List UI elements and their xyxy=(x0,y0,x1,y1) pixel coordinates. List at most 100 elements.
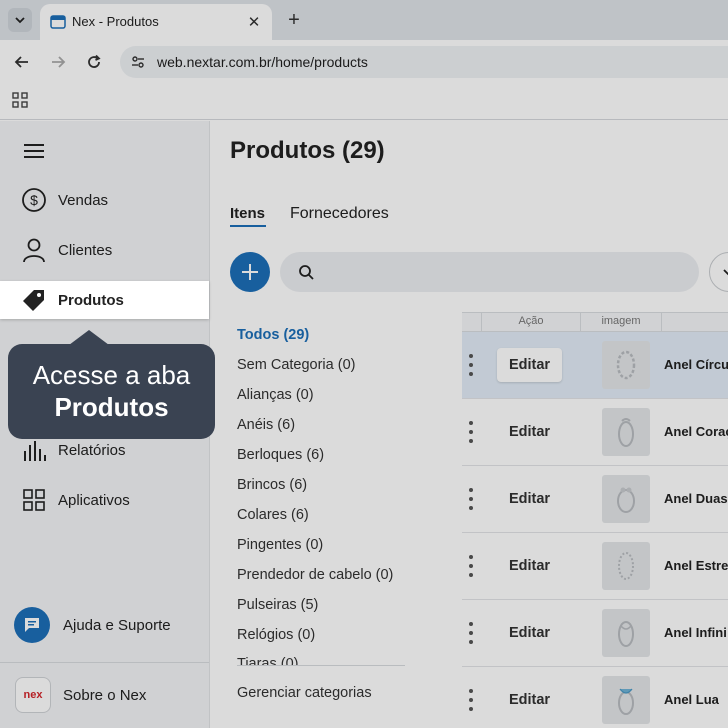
product-thumbnail xyxy=(602,609,650,657)
category-item[interactable]: Anéis (6) xyxy=(237,417,295,433)
more-options-icon[interactable] xyxy=(465,486,477,512)
callout-pointer xyxy=(69,330,109,345)
edit-button[interactable]: Editar xyxy=(497,683,562,717)
table-header: Ação imagem xyxy=(462,312,728,332)
category-item[interactable]: Colares (6) xyxy=(237,507,309,523)
more-options-icon[interactable] xyxy=(465,553,477,579)
nex-favicon-icon xyxy=(50,15,66,29)
close-tab-icon[interactable]: ✕ xyxy=(244,12,264,32)
tab-title: Nex - Produtos xyxy=(72,14,159,29)
edit-button[interactable]: Editar xyxy=(497,616,562,650)
edit-button[interactable]: Editar xyxy=(497,348,562,382)
product-name: Anel Círcu xyxy=(664,357,728,372)
bar-chart-icon xyxy=(20,437,48,463)
apps-grid-icon[interactable] xyxy=(12,92,28,108)
column-header-acao: Ação xyxy=(518,315,544,327)
forward-button[interactable] xyxy=(46,50,70,74)
arrow-left-icon xyxy=(14,56,28,68)
reload-button[interactable] xyxy=(82,50,106,74)
main-content: Produtos (29) Itens Fornecedores Todos (… xyxy=(210,121,728,728)
add-product-button[interactable] xyxy=(230,252,270,292)
plus-icon xyxy=(242,264,258,280)
url-text: web.nextar.com.br/home/products xyxy=(157,54,368,70)
tab-search-button[interactable] xyxy=(8,8,32,32)
nex-logo: nex xyxy=(15,677,51,713)
category-item[interactable]: Pingentes (0) xyxy=(237,537,323,553)
more-options-icon[interactable] xyxy=(465,352,477,378)
sidebar-item-label: Produtos xyxy=(58,292,124,309)
sidebar-item-vendas[interactable]: $ Vendas xyxy=(0,180,209,220)
more-options-icon[interactable] xyxy=(465,687,477,713)
category-item[interactable]: Brincos (6) xyxy=(237,477,307,493)
product-name: Anel Duas xyxy=(664,491,728,506)
product-thumbnail xyxy=(602,676,650,724)
tab-itens[interactable]: Itens xyxy=(230,205,265,222)
category-item[interactable]: Pulseiras (5) xyxy=(237,597,318,613)
product-thumbnail xyxy=(602,542,650,590)
category-item[interactable]: Todos (29) xyxy=(237,327,309,343)
apps-grid-icon xyxy=(20,487,48,513)
url-bar[interactable]: web.nextar.com.br/home/products xyxy=(120,46,728,78)
product-thumbnail xyxy=(602,408,650,456)
sidebar-item-aplicativos[interactable]: Aplicativos xyxy=(0,480,209,520)
filter-dropdown-button[interactable] xyxy=(709,252,728,292)
site-settings-icon[interactable] xyxy=(128,52,148,72)
product-name: Anel Estre xyxy=(664,558,728,573)
table-row[interactable]: Editar Anel Lua xyxy=(462,667,728,728)
sidebar-item-label: Relatórios xyxy=(58,442,126,459)
table-row[interactable]: Editar Anel Coraç xyxy=(462,399,728,466)
sidebar-item-label: Clientes xyxy=(58,242,113,259)
product-name: Anel Infini xyxy=(664,625,727,640)
help-support-link[interactable]: Ajuda e Suporte xyxy=(63,617,171,634)
tab-fornecedores[interactable]: Fornecedores xyxy=(290,205,389,223)
category-item[interactable]: Alianças (0) xyxy=(237,387,314,403)
more-options-icon[interactable] xyxy=(465,419,477,445)
hamburger-menu-icon[interactable] xyxy=(22,141,46,161)
category-item[interactable]: Sem Categoria (0) xyxy=(237,357,355,373)
callout-highlight-text: Produtos xyxy=(54,392,169,422)
back-button[interactable] xyxy=(10,50,34,74)
divider xyxy=(237,665,405,666)
search-input[interactable] xyxy=(280,252,699,292)
edit-button[interactable]: Editar xyxy=(497,482,562,516)
tag-icon xyxy=(20,287,48,313)
new-tab-button[interactable]: + xyxy=(282,8,306,32)
chevron-down-icon xyxy=(723,269,728,276)
tutorial-callout: Acesse a aba Produtos xyxy=(8,344,215,439)
bookmarks-bar xyxy=(0,84,728,120)
column-header-imagem: imagem xyxy=(601,315,641,327)
browser-tab-strip: Nex - Produtos ✕ + xyxy=(0,0,728,40)
sidebar-item-produtos[interactable]: Produtos xyxy=(0,281,209,319)
category-item[interactable]: Relógios (0) xyxy=(237,627,315,643)
page-title: Produtos (29) xyxy=(230,137,385,164)
chevron-down-icon xyxy=(15,17,25,24)
divider xyxy=(0,662,209,663)
product-name: Anel Coraç xyxy=(664,424,728,439)
product-name: Anel Lua xyxy=(664,692,719,707)
product-thumbnail xyxy=(602,341,650,389)
sidebar-item-clientes[interactable]: Clientes xyxy=(0,230,209,270)
table-row[interactable]: Editar Anel Duas xyxy=(462,466,728,533)
table-row[interactable]: Editar Anel Estre xyxy=(462,533,728,600)
person-icon xyxy=(20,237,48,263)
product-thumbnail xyxy=(602,475,650,523)
callout-text: Acesse a aba xyxy=(32,360,191,390)
edit-button[interactable]: Editar xyxy=(497,549,562,583)
sidebar-item-label: Vendas xyxy=(58,192,109,209)
manage-categories-link[interactable]: Gerenciar categorias xyxy=(237,685,372,701)
table-row[interactable]: Editar Anel Infini xyxy=(462,600,728,667)
category-item[interactable]: Tiaras (0) xyxy=(237,656,299,665)
sidebar-item-label: Aplicativos xyxy=(58,492,130,509)
browser-tab[interactable]: Nex - Produtos ✕ xyxy=(40,4,272,40)
about-nex-link[interactable]: Sobre o Nex xyxy=(63,687,146,704)
more-options-icon[interactable] xyxy=(465,620,477,646)
help-chat-icon[interactable] xyxy=(14,607,50,643)
edit-button[interactable]: Editar xyxy=(497,415,562,449)
svg-text:$: $ xyxy=(30,192,38,208)
active-tab-indicator xyxy=(230,225,266,227)
table-row[interactable]: Editar Anel Círcu xyxy=(462,332,728,399)
category-item[interactable]: Berloques (6) xyxy=(237,447,324,463)
address-bar: web.nextar.com.br/home/products xyxy=(0,40,728,84)
category-item[interactable]: Prendedor de cabelo (0) xyxy=(237,567,393,583)
reload-icon xyxy=(88,54,101,68)
